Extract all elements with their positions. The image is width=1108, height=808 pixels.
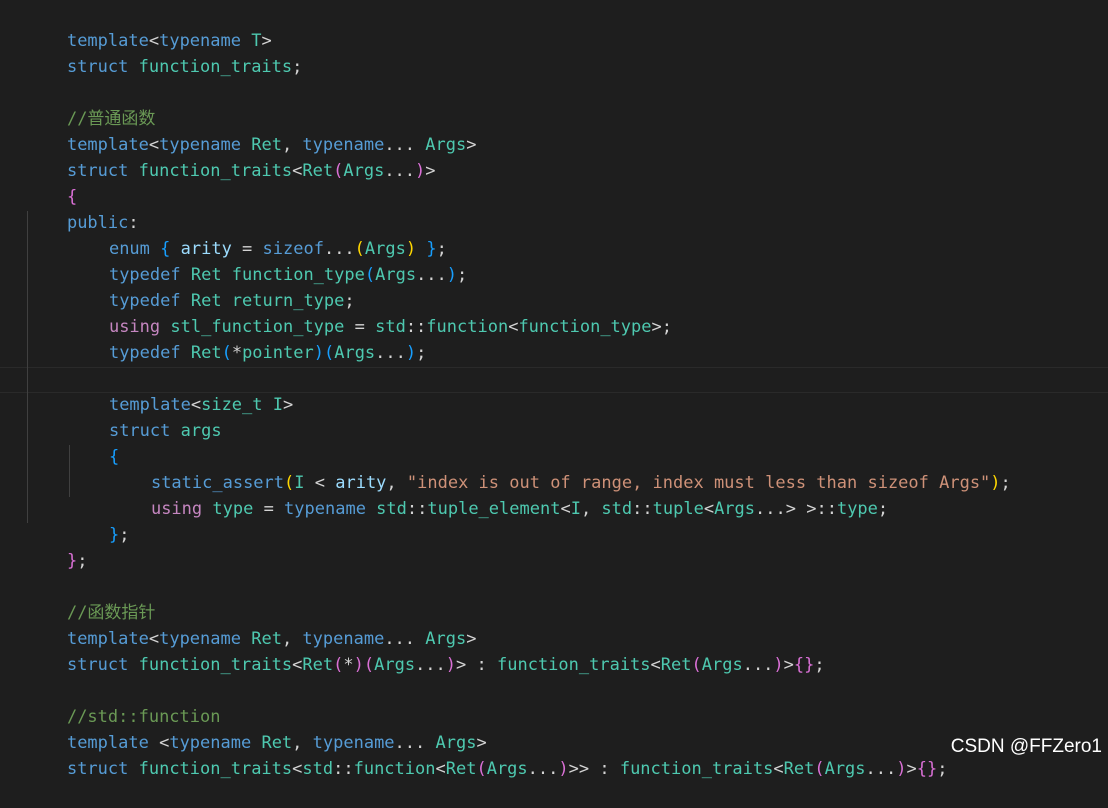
code-line: template<typename Ret, typename... Args> (66, 135, 477, 155)
code-line: typedef Ret(*pointer)(Args...); (108, 343, 427, 363)
code-line: template <typename Ret, typename... Args… (66, 733, 487, 753)
code-line: struct function_traits<std::function<Ret… (66, 759, 948, 779)
code-comment: //函数指针 (66, 603, 156, 623)
code-line: public: (66, 213, 139, 233)
code-line: struct args (108, 421, 222, 441)
code-line: static_assert(I < arity, "index is out o… (150, 473, 1011, 493)
code-comment: //std::function (66, 707, 221, 727)
code-line: using type = typename std::tuple_element… (150, 499, 889, 519)
code-line: using stl_function_type = std::function<… (108, 317, 672, 337)
code-line: template<size_t I> (108, 395, 294, 415)
code-line: template<typename T> (66, 31, 272, 51)
code-line: }; (108, 525, 130, 545)
code-line: typedef Ret function_type(Args...); (108, 265, 468, 285)
code-editor[interactable]: template<typename T> struct function_tra… (0, 0, 1108, 779)
code-line: { (108, 447, 120, 467)
code-line: struct function_traits<Ret(*)(Args...)> … (66, 655, 825, 675)
code-line: enum { arity = sizeof...(Args) }; (108, 239, 447, 259)
code-comment: //普通函数 (66, 109, 156, 129)
code-line: typedef Ret return_type; (108, 291, 355, 311)
code-line: struct function_traits; (66, 57, 303, 77)
code-line: template<typename Ret, typename... Args> (66, 629, 477, 649)
code-line: }; (66, 551, 88, 571)
code-line: struct function_traits<Ret(Args...)> (66, 161, 436, 181)
csdn-watermark: CSDN @FFZero1 (950, 736, 1102, 757)
code-line: { (66, 187, 78, 207)
